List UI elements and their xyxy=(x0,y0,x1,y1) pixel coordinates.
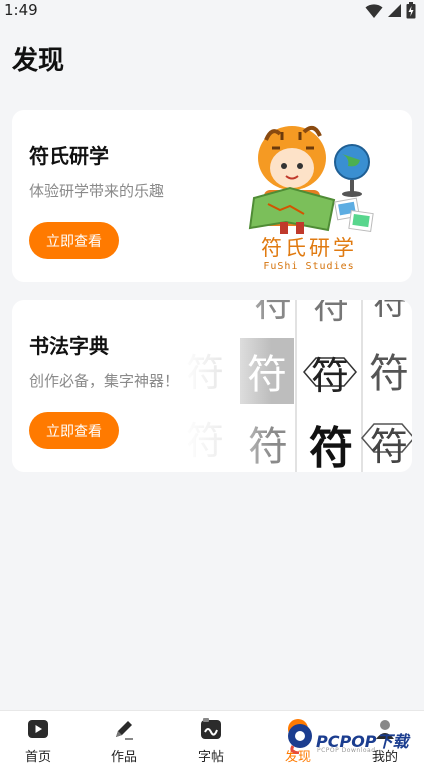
nav-label: 首页 xyxy=(24,750,51,765)
card-subtitle: 创作必备，集字神器！ xyxy=(29,372,180,390)
study-tour-card[interactable]: 符氏研学 体验研学带来的乐趣 立即查看 符氏研学 FuShi Studies xyxy=(12,110,412,282)
nav-item-copybook[interactable]: 字帖 xyxy=(176,711,246,767)
brand-name-en: FuShi Studies xyxy=(263,261,355,272)
card-title: 符氏研学 xyxy=(29,144,109,168)
calligraphy-glyph: 符 xyxy=(369,351,409,397)
watermark-subtext: PCPOP Download xyxy=(317,747,376,754)
card-title: 书法字典 xyxy=(29,334,109,358)
play-video-icon xyxy=(28,720,48,738)
view-now-button[interactable]: 立即查看 xyxy=(29,222,119,259)
nav-item-works[interactable]: 作品 xyxy=(89,711,159,767)
pcpop-watermark: PCPOP下载 PCPOP Download xyxy=(286,716,420,764)
pen-icon xyxy=(116,721,133,740)
brand-name-cn: 符氏研学 xyxy=(261,236,357,260)
calligraphy-dictionary-card[interactable]: 符 符 符 符 符 符 符 符 符 符 符 书法字典 创作必备，集字神器！ 立即… xyxy=(12,300,412,472)
status-bar: 1:49 xyxy=(0,0,424,24)
page-title: 发现 xyxy=(12,46,65,76)
calligraphy-glyph: 符 xyxy=(312,300,349,327)
calligraphy-glyph: 符 xyxy=(309,423,353,472)
copybook-icon xyxy=(201,718,221,739)
battery-charging-icon xyxy=(406,2,416,19)
calligraphy-glyph: 符 xyxy=(310,353,349,398)
pcpop-logo-icon xyxy=(288,724,312,754)
image-fade-overlay xyxy=(182,300,272,472)
view-now-button[interactable]: 立即查看 xyxy=(29,412,119,449)
status-time: 1:49 xyxy=(4,1,38,19)
discover-screen: 1:49 发现 符氏研学 体验研学带来的乐趣 立即查看 符氏研学 FuShi S… xyxy=(0,0,424,767)
card-subtitle: 体验研学带来的乐趣 xyxy=(29,182,165,200)
calligraphy-glyph: 符 xyxy=(373,300,407,323)
calligraphy-glyph: 符 xyxy=(369,424,408,469)
nav-label: 作品 xyxy=(110,750,137,765)
nav-label: 字帖 xyxy=(197,750,224,765)
wifi-icon xyxy=(365,3,383,18)
nav-item-home[interactable]: 首页 xyxy=(3,711,73,767)
cellular-icon xyxy=(388,4,401,17)
status-icons xyxy=(365,2,416,19)
